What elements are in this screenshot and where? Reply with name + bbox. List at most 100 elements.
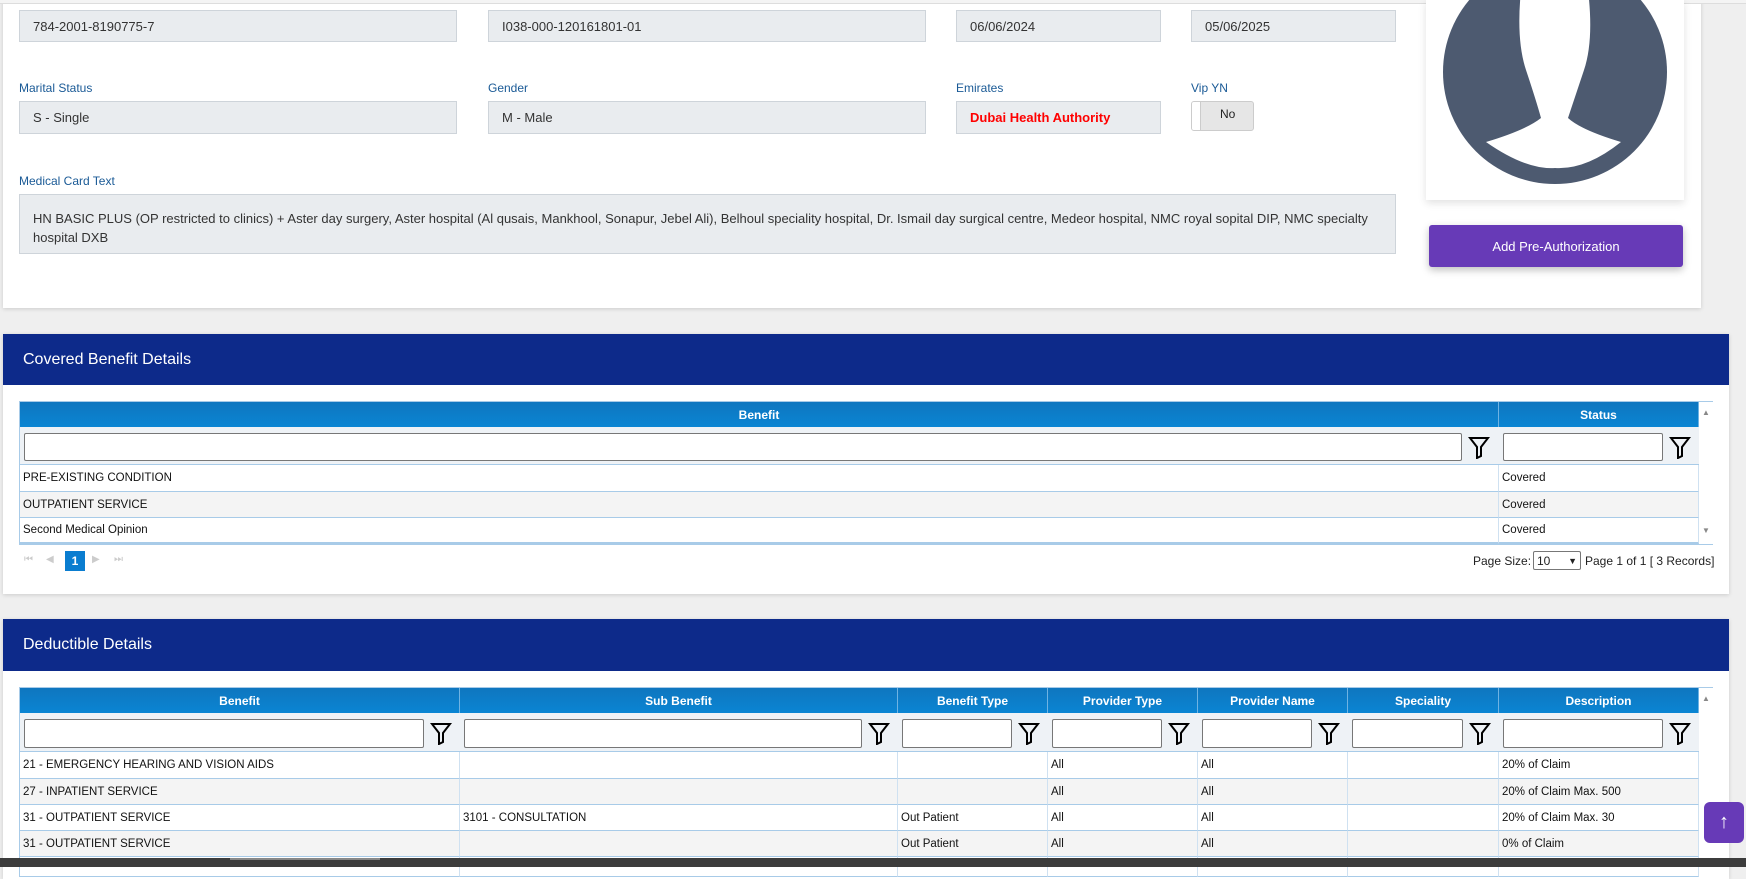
cell-provider-type: All: [1048, 831, 1198, 857]
deductible-header: Deductible Details: [3, 619, 1729, 671]
taskbar-indicator: [230, 858, 380, 860]
marital-status-label: Marital Status: [19, 81, 93, 95]
page-size-label: Page Size:: [1473, 554, 1532, 568]
provider-name-filter-input[interactable]: [1202, 719, 1312, 748]
card-number-field[interactable]: I038-000-120161801-01: [488, 10, 926, 42]
cell-provider-name: All: [1198, 805, 1348, 831]
cell-speciality: [1348, 805, 1499, 831]
chevron-down-icon: ▼: [1568, 556, 1577, 566]
cell-status: Covered: [1499, 518, 1699, 544]
first-page-icon[interactable]: ⏮: [24, 554, 33, 565]
cell-provider-type: All: [1048, 805, 1198, 831]
cell-benefit: Second Medical Opinion: [20, 518, 1499, 544]
scroll-up-arrow-icon[interactable]: ▲: [1702, 694, 1710, 703]
column-header-sub-benefit[interactable]: Sub Benefit: [460, 688, 898, 713]
cell-description: 20% of Claim Max. 500: [1499, 779, 1699, 805]
cell-speciality: [1348, 779, 1499, 805]
column-header-status[interactable]: Status: [1499, 402, 1699, 427]
marital-status-field[interactable]: S - Single: [19, 101, 457, 134]
cell-sub-benefit: [460, 831, 898, 857]
medical-card-textarea[interactable]: HN BASIC PLUS (OP restricted to clinics)…: [19, 194, 1396, 254]
column-header-benefit-type[interactable]: Benefit Type: [898, 688, 1048, 713]
cell-benefit: PRE-EXISTING CONDITION: [20, 465, 1499, 492]
vertical-scrollbar[interactable]: ▲ ▼: [1699, 402, 1713, 544]
cell-speciality: [1348, 831, 1499, 857]
end-date-field[interactable]: 05/06/2025: [1191, 10, 1396, 42]
prev-page-icon[interactable]: ◀: [46, 554, 54, 565]
column-header-description[interactable]: Description: [1499, 688, 1699, 713]
cell-provider-name: All: [1198, 752, 1348, 779]
cell-benefit-type: Out Patient: [898, 831, 1048, 857]
gender-label: Gender: [488, 81, 529, 95]
pager: ⏮ ◀ 1 ▶ ⏭ Page Size: 10 ▼ Page 1 of 1 [ 3…: [22, 551, 1718, 571]
cell-description: 0% of Claim: [1499, 831, 1699, 857]
cell-description: 20% of Claim Max. 30: [1499, 805, 1699, 831]
vertical-scrollbar[interactable]: ▲: [1699, 688, 1713, 878]
cell-provider-type: All: [1048, 752, 1198, 779]
cell-provider-name: All: [1198, 831, 1348, 857]
filter-icon[interactable]: [430, 721, 452, 745]
description-filter-input[interactable]: [1503, 719, 1663, 748]
cell-benefit: 31 - OUTPATIENT SERVICE: [20, 805, 460, 831]
scroll-up-arrow-icon[interactable]: ▲: [1702, 408, 1710, 417]
column-header-speciality[interactable]: Speciality: [1348, 688, 1499, 713]
deductible-grid: Benefit Sub Benefit Benefit Type Provider T…: [19, 687, 1713, 878]
cell-status: Covered: [1499, 465, 1699, 492]
page-size-value: 10: [1537, 554, 1551, 568]
page-size-select[interactable]: 10 ▼: [1533, 551, 1581, 570]
filter-icon[interactable]: [1018, 721, 1040, 745]
filter-icon[interactable]: [1669, 721, 1691, 745]
filter-icon[interactable]: [1669, 435, 1691, 459]
page-info: Page 1 of 1 [ 3 Records]: [1585, 554, 1715, 568]
medical-card-text-label: Medical Card Text: [19, 174, 115, 188]
filter-row: [20, 713, 1699, 752]
covered-benefit-grid: Benefit Status PRE-EXISTING CONDITION Co…: [19, 401, 1713, 545]
cell-benefit: 31 - OUTPATIENT SERVICE: [20, 831, 460, 857]
cell-benefit-type: [898, 779, 1048, 805]
speciality-filter-input[interactable]: [1352, 719, 1463, 748]
column-header-benefit[interactable]: Benefit: [20, 402, 1499, 427]
benefit-type-filter-input[interactable]: [902, 719, 1012, 748]
benefit-filter-input[interactable]: [24, 433, 1462, 461]
gender-field[interactable]: M - Male: [488, 101, 926, 134]
cell-provider-type: All: [1048, 779, 1198, 805]
column-header-benefit[interactable]: Benefit: [20, 688, 460, 713]
emirates-label: Emirates: [956, 81, 1004, 95]
cell-description: 20% of Claim: [1499, 752, 1699, 779]
vip-value: No: [1220, 107, 1236, 121]
filter-icon[interactable]: [868, 721, 890, 745]
toggle-knob: [1192, 102, 1201, 130]
scroll-to-top-button[interactable]: ↑: [1704, 802, 1744, 843]
cell-benefit: 21 - EMERGENCY HEARING AND VISION AIDS: [20, 752, 460, 779]
cell-benefit: OUTPATIENT SERVICE: [20, 492, 1499, 518]
cell-benefit-type: [898, 752, 1048, 779]
cell-status: Covered: [1499, 492, 1699, 518]
filter-icon[interactable]: [1468, 435, 1490, 459]
emirates-id-field[interactable]: 784-2001-8190775-7: [19, 10, 457, 42]
start-date-field[interactable]: 06/06/2024: [956, 10, 1161, 42]
filter-icon[interactable]: [1469, 721, 1491, 745]
covered-benefit-header: Covered Benefit Details: [3, 334, 1729, 385]
avatar-card: [1426, 0, 1684, 200]
arrow-up-icon: ↑: [1719, 811, 1729, 833]
last-page-icon[interactable]: ⏭: [114, 554, 123, 565]
filter-row: [20, 427, 1699, 465]
filter-icon[interactable]: [1168, 721, 1190, 745]
provider-type-filter-input[interactable]: [1052, 719, 1162, 748]
column-header-provider-name[interactable]: Provider Name: [1198, 688, 1348, 713]
taskbar: [0, 858, 1746, 867]
emirates-field[interactable]: Dubai Health Authority: [956, 101, 1161, 134]
cell-provider-name: All: [1198, 779, 1348, 805]
vip-toggle[interactable]: No: [1191, 101, 1254, 131]
status-filter-input[interactable]: [1503, 433, 1663, 461]
column-header-provider-type[interactable]: Provider Type: [1048, 688, 1198, 713]
scroll-down-arrow-icon[interactable]: ▼: [1702, 526, 1710, 535]
add-pre-authorization-button[interactable]: Add Pre-Authorization: [1429, 225, 1683, 267]
sub-benefit-filter-input[interactable]: [464, 719, 862, 748]
benefit-filter-input[interactable]: [24, 719, 424, 748]
avatar-icon: [1443, 0, 1667, 184]
cell-benefit-type: Out Patient: [898, 805, 1048, 831]
page-1-button[interactable]: 1: [65, 551, 85, 571]
filter-icon[interactable]: [1318, 721, 1340, 745]
next-page-icon[interactable]: ▶: [92, 554, 100, 565]
